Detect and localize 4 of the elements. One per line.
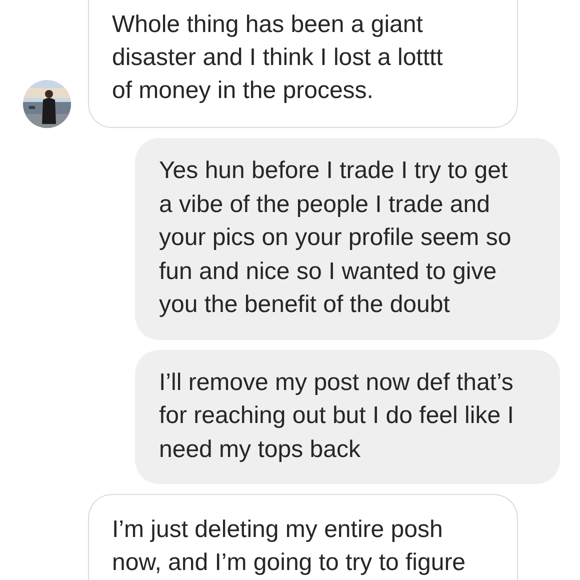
message-text: I’ll remove my post now def that’s for reaching out but I do feel like I need my tops back xyxy=(135,350,560,484)
message-text: Yes hun before I trade I try to get a vibe of the people I trade and your pics on your profile seem so fun and nice so I wanted to give you the benefit of the doubt xyxy=(135,138,560,340)
message-text: I’m just deleting my entire posh now, and I’m going to try to figure xyxy=(88,494,518,580)
message-text: Whole thing has been a giant disaster and I think I lost a lotttt of money in the process. xyxy=(88,0,518,128)
